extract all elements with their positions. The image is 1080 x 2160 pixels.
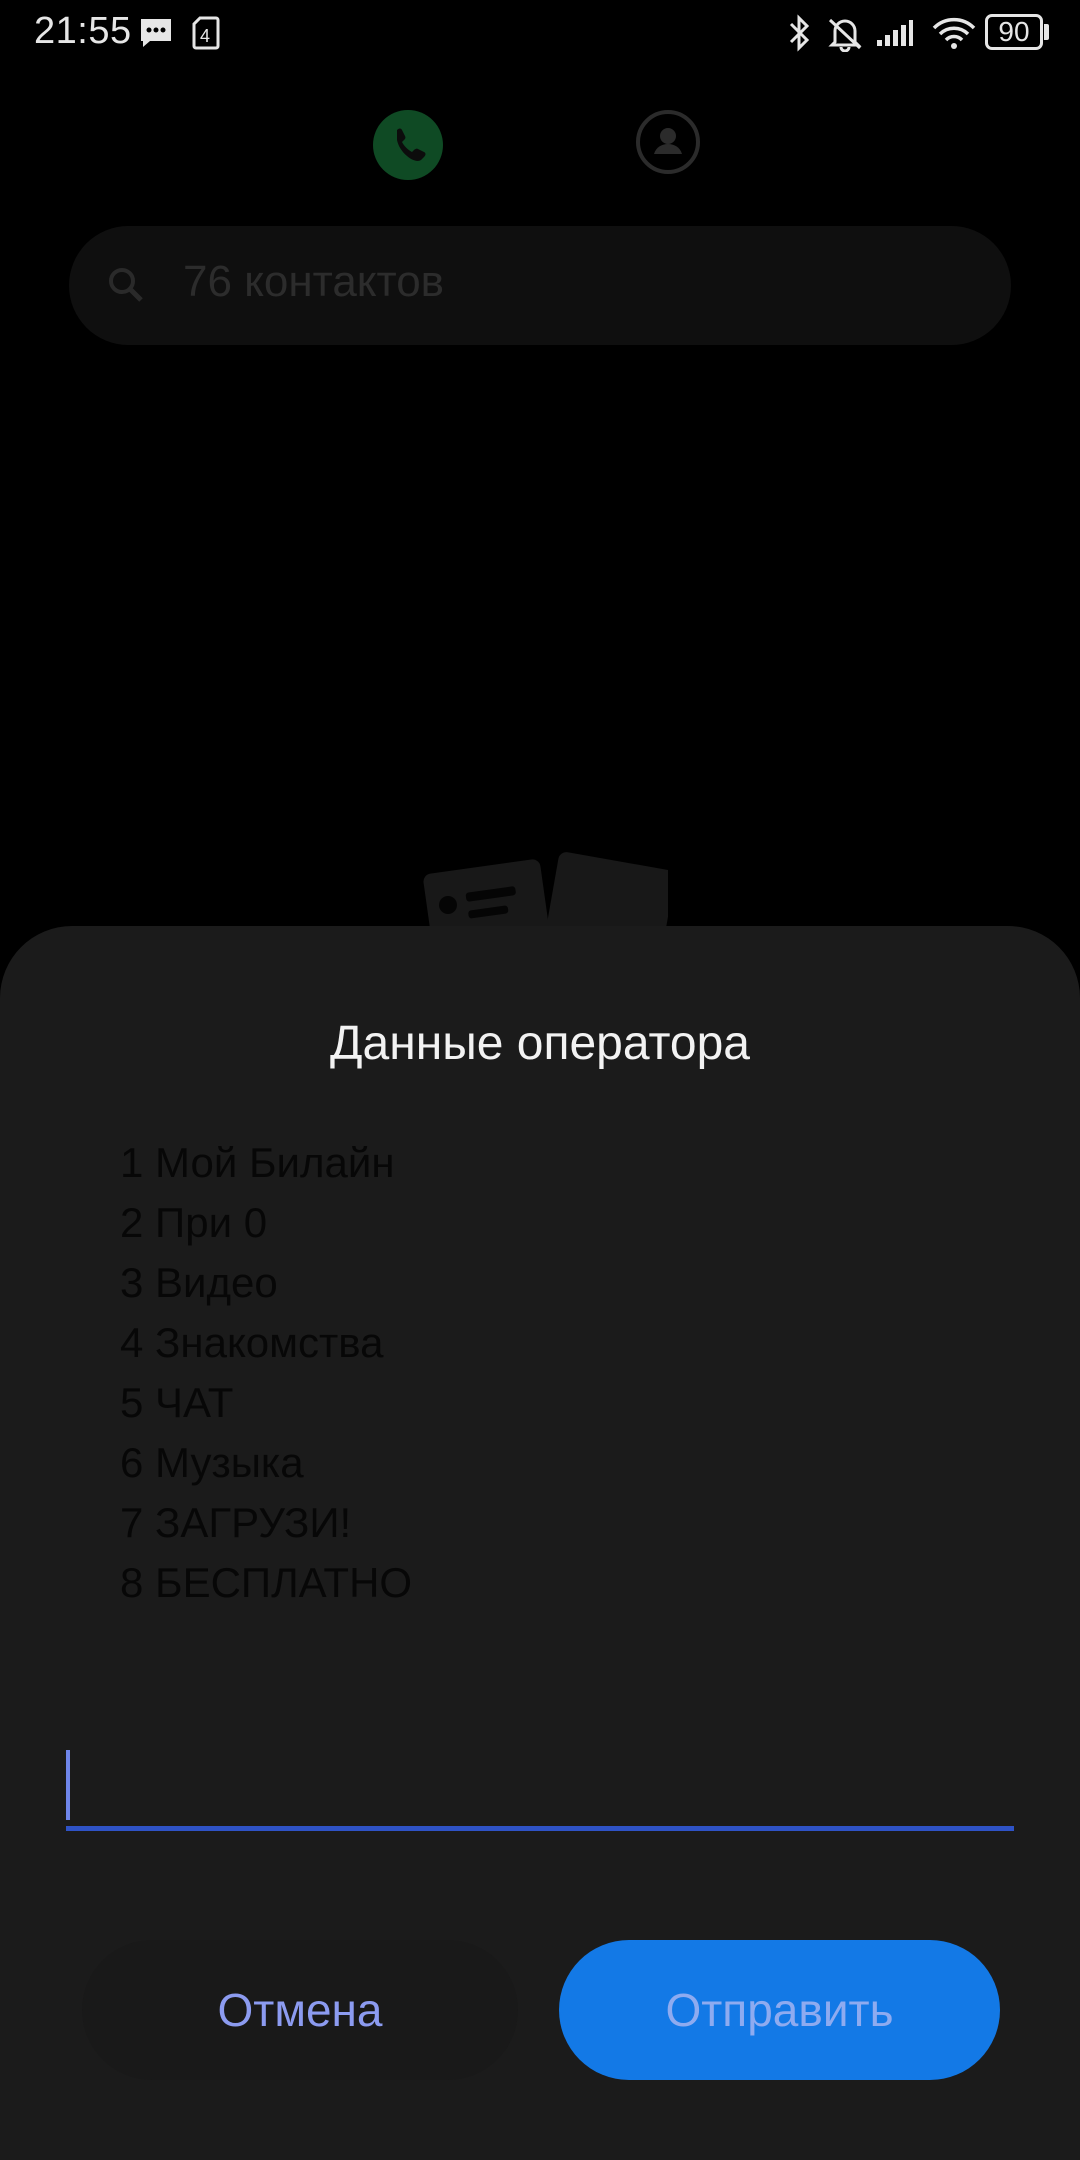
operator-menu-list: 1 Мой Билайн 2 При 0 3 Видео 4 Знакомств… — [120, 1133, 412, 1613]
screen: 21:55 4 90 76 контактов Данные оператора… — [0, 0, 1080, 2160]
battery-tip — [1044, 24, 1049, 40]
operator-data-dialog: Данные оператора 1 Мой Билайн 2 При 0 3 … — [0, 926, 1080, 2160]
svg-text:4: 4 — [200, 26, 210, 46]
menu-item: 6 Музыка — [120, 1439, 304, 1486]
text-cursor — [66, 1750, 70, 1820]
menu-item: 5 ЧАТ — [120, 1379, 234, 1426]
status-bar: 21:55 4 90 — [0, 0, 1080, 68]
send-button[interactable]: Отправить — [559, 1940, 1000, 2080]
search-placeholder: 76 контактов — [183, 257, 445, 306]
phone-tab-icon — [373, 110, 443, 180]
contacts-tab-icon — [636, 110, 700, 174]
menu-item: 4 Знакомства — [120, 1319, 384, 1366]
message-icon — [138, 17, 174, 54]
menu-item: 8 БЕСПЛАТНО — [120, 1559, 413, 1606]
cancel-button[interactable]: Отмена — [82, 1940, 518, 2080]
input-underline — [66, 1826, 1014, 1831]
battery-indicator: 90 — [985, 14, 1043, 50]
menu-item: 7 ЗАГРУЗИ! — [120, 1499, 352, 1546]
search-icon — [105, 264, 147, 311]
menu-item: 3 Видео — [120, 1259, 278, 1306]
sim-icon: 4 — [192, 16, 220, 55]
mute-icon — [826, 14, 864, 57]
wifi-icon — [930, 16, 978, 55]
contact-cards-icon — [418, 850, 675, 963]
status-time: 21:55 — [34, 10, 132, 52]
dialog-title: Данные оператора — [330, 1017, 750, 1070]
search-bar: 76 контактов — [69, 226, 1011, 345]
menu-item: 2 При 0 — [120, 1199, 268, 1246]
reply-input[interactable] — [66, 1742, 1014, 1832]
signal-icon — [876, 18, 914, 53]
menu-item: 1 Мой Билайн — [120, 1139, 395, 1186]
bluetooth-icon — [787, 14, 813, 57]
